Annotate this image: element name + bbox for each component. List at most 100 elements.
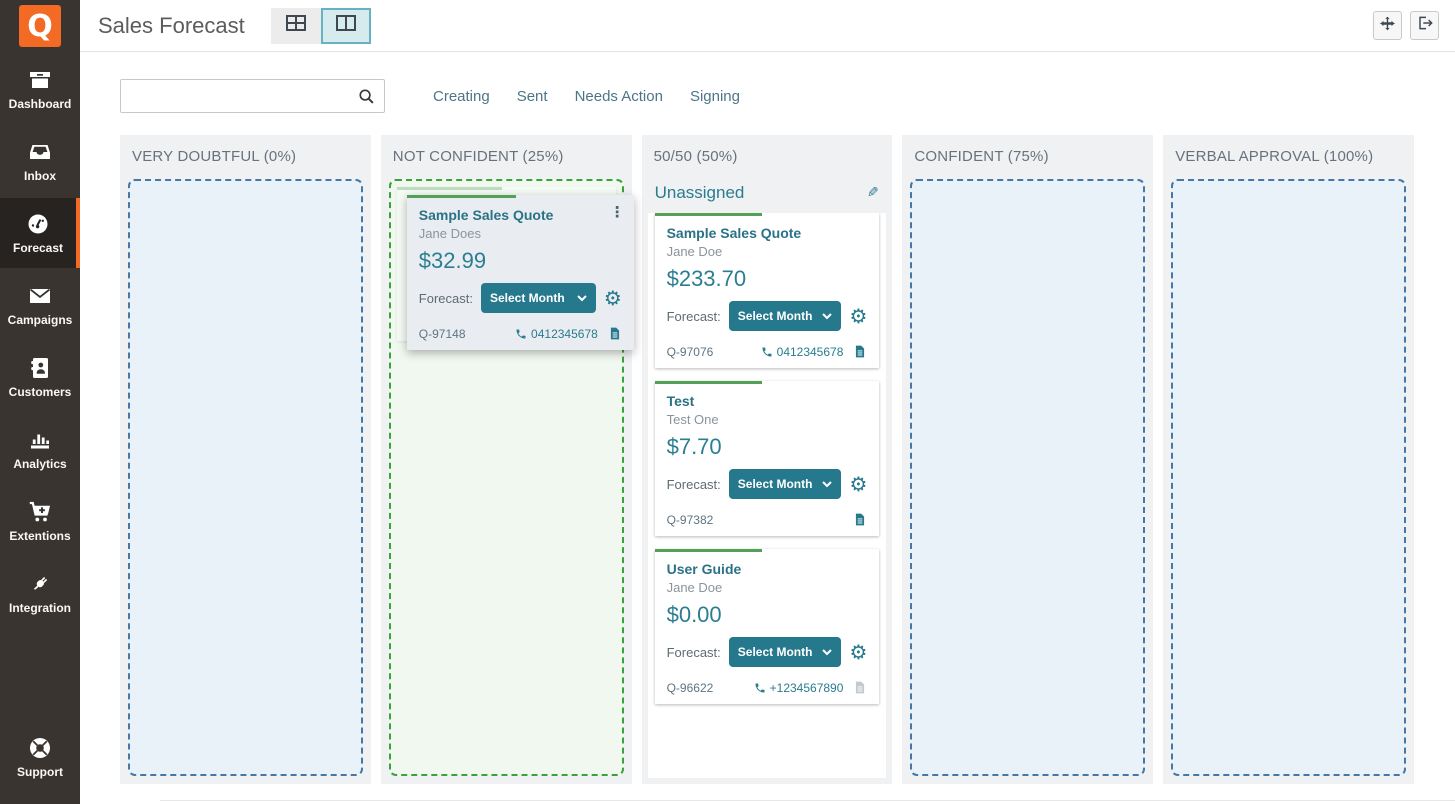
card-title: Test [667, 393, 868, 409]
select-month-value: Select Month [738, 477, 813, 491]
bar-chart-icon [27, 428, 53, 452]
edit-pencil-icon[interactable]: ✎ [867, 185, 879, 201]
select-month-value: Select Month [738, 309, 813, 323]
forecast-month-select[interactable]: Select Month [729, 469, 842, 499]
gear-icon[interactable]: ⚙ [849, 474, 867, 494]
card-being-dragged[interactable]: ⋮ Sample Sales Quote Jane Does $32.99 Fo… [407, 195, 634, 350]
card-contact: Jane Does [419, 226, 622, 241]
column-view-button[interactable] [321, 8, 371, 44]
sidebar-item-inbox[interactable]: Inbox [0, 126, 80, 196]
kebab-menu-icon[interactable]: ⋮ [610, 203, 625, 221]
sidebar-item-customers[interactable]: Customers [0, 342, 80, 412]
card-user-guide[interactable]: User Guide Jane Doe $0.00 Forecast: Sele… [655, 549, 880, 704]
envelope-icon [27, 284, 53, 308]
chevron-down-icon [577, 295, 587, 302]
forecast-month-select[interactable]: Select Month [481, 283, 596, 313]
inbox-icon [27, 140, 53, 164]
chevron-down-icon [822, 649, 832, 656]
quote-id: Q-97148 [419, 327, 466, 341]
sidebar-item-label: Campaigns [8, 313, 73, 327]
move-button[interactable] [1373, 11, 1402, 40]
table-view-button[interactable] [271, 8, 321, 44]
search-icon[interactable] [354, 88, 384, 105]
sidebar-item-label: Support [17, 765, 63, 779]
dropzone-not-confident[interactable]: Sample Sales Quote Jane Does $32.99 Fore… [389, 179, 624, 776]
card-amount: $7.70 [667, 434, 868, 460]
sidebar-item-label: Inbox [24, 169, 56, 183]
filter-row: Creating Sent Needs Action Signing [80, 52, 1455, 113]
document-icon[interactable] [853, 512, 867, 527]
gear-icon[interactable]: ⚙ [849, 642, 867, 662]
phone-link[interactable]: 0412345678 [515, 327, 598, 341]
column-view-icon [336, 15, 356, 36]
card-title: Sample Sales Quote [419, 207, 622, 223]
archive-box-icon [27, 68, 53, 92]
column-not-confident: NOT CONFIDENT (25%) Sample Sales Quote J… [381, 135, 632, 784]
gear-icon[interactable]: ⚙ [604, 288, 622, 308]
header-actions [1373, 11, 1439, 40]
select-month-value: Select Month [490, 291, 565, 305]
sidebar-item-label: Extentions [9, 529, 70, 543]
table-view-icon [286, 15, 306, 36]
logo-q-icon: Q [19, 5, 61, 47]
tab-creating[interactable]: Creating [433, 88, 490, 105]
status-tabs: Creating Sent Needs Action Signing [433, 88, 740, 105]
sign-out-button[interactable] [1410, 11, 1439, 40]
sidebar-item-campaigns[interactable]: Campaigns [0, 270, 80, 340]
page-title: Sales Forecast [98, 13, 245, 39]
tab-signing[interactable]: Signing [690, 88, 740, 105]
sidebar-item-dashboard[interactable]: Dashboard [0, 54, 80, 124]
chevron-down-icon [822, 481, 832, 488]
card-test[interactable]: Test Test One $7.70 Forecast: Select Mon… [655, 381, 880, 536]
dropzone-verbal-approval[interactable] [1171, 179, 1406, 776]
search-input[interactable] [121, 80, 354, 112]
column-title: VERY DOUBTFUL (0%) [120, 135, 371, 174]
quote-id: Q-96622 [667, 681, 714, 695]
address-book-icon [27, 356, 53, 380]
sidebar-item-integration[interactable]: Integration [0, 558, 80, 628]
dropzone-confident[interactable] [910, 179, 1145, 776]
gear-icon[interactable]: ⚙ [849, 306, 867, 326]
sidebar-item-label: Integration [9, 601, 71, 615]
phone-link[interactable]: 0412345678 [761, 345, 844, 359]
search-box [120, 79, 385, 113]
tab-sent[interactable]: Sent [517, 88, 548, 105]
card-amount: $0.00 [667, 602, 868, 628]
phone-number: 0412345678 [777, 345, 844, 359]
plug-icon [27, 572, 53, 596]
phone-icon [761, 346, 773, 358]
sidebar-item-forecast[interactable]: Forecast [0, 198, 80, 268]
dropzone-very-doubtful[interactable] [128, 179, 363, 776]
app-logo[interactable]: Q [0, 0, 80, 52]
card-title: Sample Sales Quote [667, 225, 868, 241]
phone-number: +1234567890 [770, 681, 844, 695]
phone-link[interactable]: +1234567890 [754, 681, 844, 695]
sidebar-item-extentions[interactable]: Extentions [0, 486, 80, 556]
column-very-doubtful: VERY DOUBTFUL (0%) [120, 135, 371, 784]
sidebar-item-analytics[interactable]: Analytics [0, 414, 80, 484]
column-confident: CONFIDENT (75%) [902, 135, 1153, 784]
cart-plus-icon [27, 500, 53, 524]
document-icon[interactable] [608, 326, 622, 341]
document-icon[interactable] [853, 344, 867, 359]
column-title: NOT CONFIDENT (25%) [381, 135, 632, 174]
select-month-value: Select Month [738, 645, 813, 659]
forecast-label: Forecast: [667, 309, 721, 324]
forecast-month-select[interactable]: Select Month [729, 301, 842, 331]
tab-needs-action[interactable]: Needs Action [575, 88, 663, 105]
card-amount: $233.70 [667, 266, 868, 292]
card-sample-sales-quote[interactable]: Sample Sales Quote Jane Doe $233.70 Fore… [655, 213, 880, 368]
move-icon [1379, 15, 1396, 37]
app-window: Q Dashboard Inbox Forecast Campaigns [0, 0, 1455, 804]
sidebar-item-support[interactable]: Support [0, 722, 80, 792]
phone-icon [515, 328, 527, 340]
chevron-down-icon [822, 313, 832, 320]
forecast-label: Forecast: [667, 645, 721, 660]
group-header: Unassigned ✎ [642, 174, 893, 213]
forecast-month-select[interactable]: Select Month [729, 637, 842, 667]
sidebar: Q Dashboard Inbox Forecast Campaigns [0, 0, 80, 804]
card-contact: Jane Doe [667, 244, 868, 259]
main-area: Sales Forecast [80, 0, 1455, 804]
column-title: VERBAL APPROVAL (100%) [1163, 135, 1414, 174]
column-verbal-approval: VERBAL APPROVAL (100%) [1163, 135, 1414, 784]
